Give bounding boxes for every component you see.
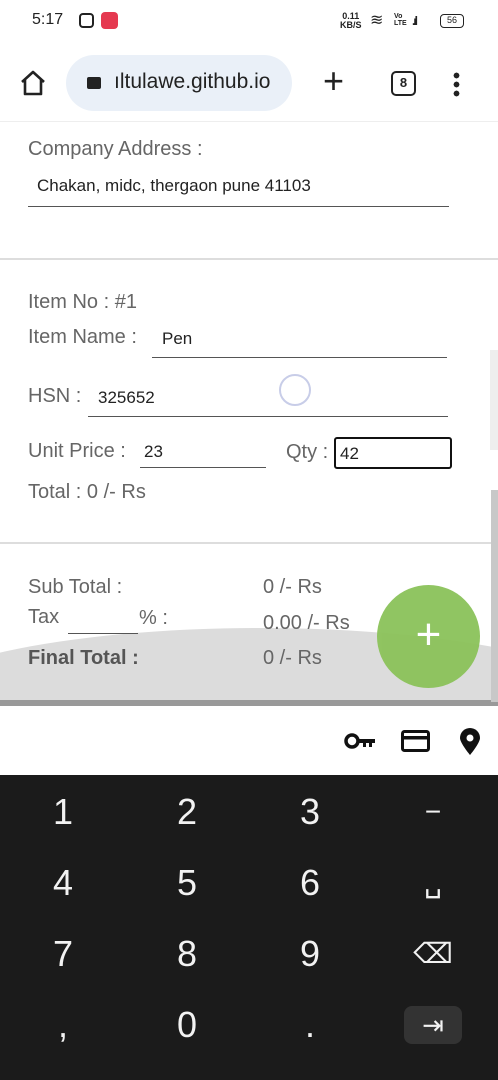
- key-4[interactable]: 4: [23, 853, 103, 913]
- key-tab[interactable]: ⇥: [404, 1006, 462, 1044]
- scrollbar-track: [490, 350, 498, 450]
- key-period[interactable]: .: [270, 995, 350, 1055]
- net-speed: 0.11 KB/S: [340, 12, 362, 30]
- instagram-icon: [79, 13, 94, 28]
- sub-total-value: 0 /- Rs: [263, 576, 322, 598]
- tab-count-button[interactable]: 8: [391, 71, 416, 96]
- hsn-label: HSN :: [28, 385, 82, 407]
- url-text: ıltulawe.github.io: [114, 70, 271, 93]
- hsn-value: 325652: [98, 388, 155, 407]
- clock: 5:17: [32, 11, 64, 28]
- key-minus[interactable]: −: [393, 782, 473, 842]
- numeric-keyboard: 1 2 3− 4 5 6 ␣ 7 8 9 ⌫, 0. ⇥: [0, 775, 498, 1080]
- tax-input[interactable]: [68, 612, 138, 634]
- key-comma[interactable]: ,: [23, 995, 103, 1055]
- loading-spinner-icon: [279, 374, 311, 406]
- company-address-label: Company Address :: [28, 138, 203, 160]
- final-total-label: Final Total :: [28, 647, 139, 669]
- key-0[interactable]: 0: [147, 995, 227, 1055]
- key-1[interactable]: 1: [23, 782, 103, 842]
- hsn-input[interactable]: 325652: [88, 380, 448, 417]
- autofill-bar: [0, 706, 498, 775]
- key-7[interactable]: 7: [23, 924, 103, 984]
- item-name-value: Pen: [162, 329, 193, 348]
- status-bar: 5:17 0.11 KB/S ≋ Vo LTE .ıl 56: [0, 0, 498, 42]
- tax-label: Tax: [28, 606, 60, 628]
- wifi-icon: ≋: [370, 12, 384, 29]
- item-no-label: Item No : #1: [28, 291, 137, 313]
- key-9[interactable]: 9: [270, 924, 350, 984]
- key-5[interactable]: 5: [147, 853, 227, 913]
- key-3[interactable]: 3: [270, 782, 350, 842]
- qty-value: 42: [340, 444, 359, 463]
- item-name-label: Item Name :: [28, 326, 137, 348]
- item-total: Total : 0 /- Rs: [28, 481, 146, 503]
- battery-icon: 56: [440, 14, 464, 28]
- browser-toolbar: ıltulawe.github.io + 8: [0, 42, 498, 122]
- unit-price-label: Unit Price :: [28, 440, 126, 462]
- final-total-value: 0 /- Rs: [263, 647, 322, 669]
- screen-record-icon: [101, 12, 118, 29]
- menu-icon[interactable]: [453, 71, 460, 97]
- unit-price-value: 23: [144, 442, 163, 461]
- key-space[interactable]: ␣: [393, 853, 473, 913]
- divider: [0, 258, 498, 260]
- net-speed-unit: KB/S: [340, 20, 362, 30]
- tax-percent-label: % :: [139, 607, 168, 629]
- sub-total-label: Sub Total :: [28, 576, 123, 598]
- lock-icon: [87, 77, 101, 89]
- qty-label: Qty :: [286, 441, 329, 463]
- url-bar[interactable]: ıltulawe.github.io: [66, 55, 292, 111]
- key-6[interactable]: 6: [270, 853, 350, 913]
- signal-icon: .ıl: [412, 14, 418, 28]
- divider: [0, 542, 498, 544]
- new-tab-icon[interactable]: +: [323, 60, 344, 102]
- scrollbar-thumb[interactable]: [491, 490, 498, 702]
- company-address-value: Chakan, midc, thergaon pune 41103: [37, 176, 311, 195]
- home-icon[interactable]: [19, 69, 47, 97]
- key-8[interactable]: 8: [147, 924, 227, 984]
- tax-value: 0.00 /- Rs: [263, 612, 350, 634]
- item-name-input[interactable]: Pen: [152, 322, 447, 358]
- credit-card-icon[interactable]: [401, 730, 430, 752]
- add-item-fab[interactable]: +: [377, 585, 480, 688]
- company-address-input[interactable]: Chakan, midc, thergaon pune 41103: [28, 170, 449, 207]
- key-backspace[interactable]: ⌫: [393, 924, 473, 984]
- unit-price-input[interactable]: 23: [140, 436, 266, 468]
- location-icon[interactable]: [459, 728, 481, 756]
- key-icon[interactable]: [344, 732, 376, 750]
- key-2[interactable]: 2: [147, 782, 227, 842]
- qty-input[interactable]: 42: [334, 437, 452, 469]
- volte-icon: Vo LTE: [394, 13, 407, 27]
